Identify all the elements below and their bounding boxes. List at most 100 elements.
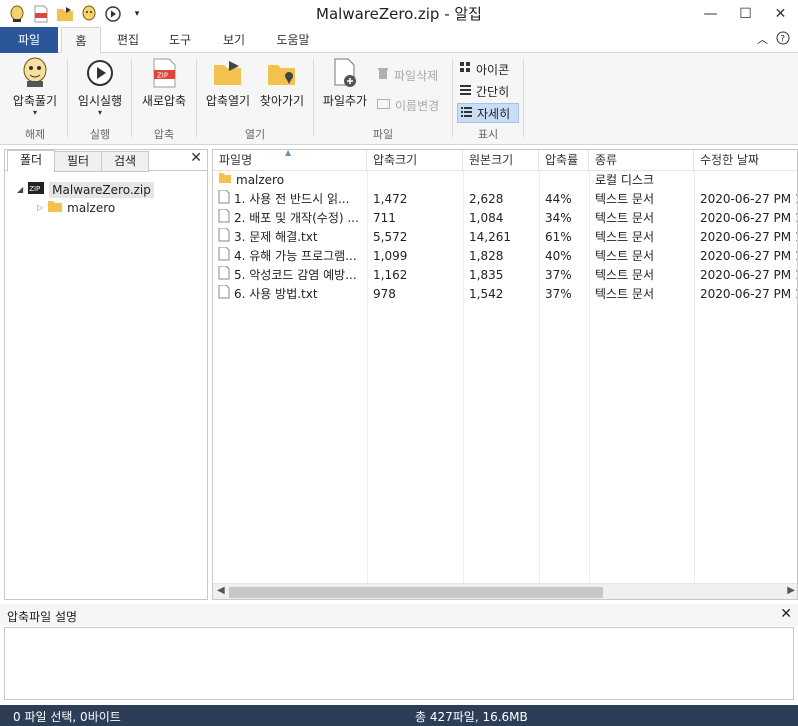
status-bar: 0 파일 선택, 0바이트 총 427파일, 16.6MB [0, 705, 798, 726]
view-detail-button[interactable]: 자세히 [457, 103, 519, 123]
detail-list-icon [461, 106, 472, 120]
tab-search[interactable]: 검색 [101, 151, 149, 172]
tab-edit[interactable]: 편집 [108, 27, 148, 53]
tab-tools[interactable]: 도구 [160, 27, 200, 53]
chevron-down-icon: ▾ [97, 108, 102, 117]
group-label-file: 파일 [372, 128, 394, 141]
table-row[interactable]: 4. 유해 가능 프로그램... 1,099 1,828 40% 텍스트 문서 … [213, 247, 797, 266]
text-file-icon [218, 285, 230, 304]
column-header-type[interactable]: 종류 [589, 150, 694, 171]
close-panel-icon[interactable]: ✕ [190, 150, 202, 166]
table-row[interactable]: 3. 문제 해결.txt 5,572 14,261 61% 텍스트 문서 202… [213, 228, 797, 247]
collapse-icon[interactable]: ◢ [17, 185, 23, 194]
scrollbar-thumb[interactable] [229, 587, 603, 598]
window-title: MalwareZero.zip - 알집 [316, 5, 482, 23]
tree-item-archive[interactable]: ◢ ZIP MalwareZero.zip [17, 180, 154, 199]
text-file-icon [218, 266, 230, 285]
scroll-right-icon[interactable]: ▶ [787, 585, 795, 596]
table-row[interactable]: malzero 로컬 디스크 [213, 171, 797, 190]
chevron-down-icon: ▾ [32, 108, 37, 117]
expand-icon[interactable]: ▷ [37, 203, 43, 212]
maximize-button[interactable]: ☐ [728, 0, 763, 27]
group-label-open: 열기 [244, 128, 266, 141]
view-icons-button[interactable]: 아이콘 [460, 59, 509, 79]
folder-location-icon [266, 57, 298, 89]
browse-location-button[interactable]: 찾아가기 [255, 57, 309, 109]
column-header-packed[interactable]: 압축크기 [367, 150, 463, 171]
ribbon-tabs: 파일 홈 편집 도구 보기 도움말 ︿ ? [0, 27, 798, 54]
panel-tabs: 폴더 필터 검색 ✕ [5, 150, 207, 172]
extract-button[interactable]: 압축풀기 ▾ [6, 57, 64, 117]
rename-icon [377, 98, 390, 112]
total-status: 총 427파일, 16.6MB [415, 710, 528, 724]
column-header-date[interactable]: 수정한 날짜 [694, 150, 797, 171]
play-icon [84, 57, 116, 89]
alzip-extract-icon [19, 57, 51, 89]
column-header-ratio[interactable]: 압축률 [539, 150, 589, 171]
text-file-icon [218, 190, 230, 209]
table-row[interactable]: 6. 사용 방법.txt 978 1,542 37% 텍스트 문서 2020-0… [213, 285, 797, 304]
ribbon-separator [523, 59, 524, 137]
file-list-header: ▲ 파일명 압축크기 원본크기 압축률 종류 수정한 날짜 [213, 150, 797, 171]
svg-text:?: ? [780, 35, 785, 45]
tab-view[interactable]: 보기 [214, 27, 254, 53]
folder-icon [47, 199, 63, 216]
add-file-button[interactable]: 파일추가 [318, 57, 372, 109]
group-label-run: 실행 [89, 128, 111, 141]
tab-folder[interactable]: 폴더 [7, 150, 55, 172]
minimize-button[interactable]: — [693, 0, 728, 27]
selection-status: 0 파일 선택, 0바이트 [13, 710, 121, 724]
temp-run-button[interactable]: 임시실행 ▾ [72, 57, 128, 117]
folder-icon [218, 171, 232, 190]
close-button[interactable]: ✕ [763, 0, 798, 27]
group-label-compress: 압축 [153, 128, 175, 141]
open-archive-button[interactable]: 압축열기 [201, 57, 255, 109]
tree-item-folder[interactable]: ▷ malzero [37, 199, 115, 216]
ribbon-separator [131, 59, 132, 137]
description-header: 압축파일 설명 ✕ [0, 604, 798, 626]
folder-open-icon [212, 57, 244, 89]
sort-ascending-icon: ▲ [285, 149, 292, 157]
ribbon-controls: ︿ ? [757, 31, 790, 48]
tab-help[interactable]: 도움말 [270, 27, 316, 53]
table-row[interactable]: 5. 악성코드 감염 예방... 1,162 1,835 37% 텍스트 문서 … [213, 266, 797, 285]
ribbon-separator [196, 59, 197, 137]
column-header-original[interactable]: 원본크기 [463, 150, 539, 171]
ribbon-separator [67, 59, 68, 137]
zip-icon: ZIP [148, 57, 180, 89]
grid-icon [460, 62, 471, 76]
tab-filter[interactable]: 필터 [54, 151, 102, 172]
group-label-extract: 해제 [24, 128, 46, 141]
scroll-left-icon[interactable]: ◀ [217, 585, 225, 596]
description-title: 압축파일 설명 [7, 610, 78, 624]
help-icon[interactable]: ? [776, 31, 790, 48]
description-textarea[interactable] [4, 627, 794, 700]
horizontal-scrollbar[interactable]: ◀ ▶ [213, 583, 797, 599]
zip-archive-icon: ZIP [27, 180, 45, 199]
table-row[interactable]: 1. 사용 전 반드시 읽... 1,472 2,628 44% 텍스트 문서 … [213, 190, 797, 209]
svg-text:ZIP: ZIP [157, 72, 168, 80]
title-bar: ▾ MalwareZero.zip - 알집 — ☐ ✕ [0, 0, 798, 27]
list-icon [460, 84, 471, 98]
ribbon-separator [313, 59, 314, 137]
rename-button[interactable]: 이름변경 [377, 95, 439, 115]
tab-home[interactable]: 홈 [61, 27, 101, 54]
table-row[interactable]: 2. 배포 및 개작(수정) ... 711 1,084 34% 텍스트 문서 … [213, 209, 797, 228]
tab-file[interactable]: 파일 [0, 27, 58, 53]
text-file-icon [218, 228, 230, 247]
ribbon-separator [452, 59, 453, 137]
folder-panel: 폴더 필터 검색 ✕ ◢ ZIP MalwareZero.zip ▷ malze… [4, 149, 208, 600]
new-archive-button[interactable]: ZIP 새로압축 [136, 57, 192, 109]
column-header-name[interactable]: ▲ 파일명 [213, 150, 367, 171]
collapse-ribbon-icon[interactable]: ︿ [757, 31, 768, 48]
window-controls: — ☐ ✕ [693, 0, 798, 27]
delete-file-button[interactable]: 파일삭제 [377, 65, 438, 85]
file-list: ▲ 파일명 압축크기 원본크기 압축률 종류 수정한 날짜 malzero 로컬… [212, 149, 798, 600]
ribbon: 압축풀기 ▾ 해제 임시실행 ▾ 실행 ZIP 새로압축 압축 압축열기 찾아가… [0, 53, 798, 145]
svg-text:ZIP: ZIP [29, 185, 40, 193]
text-file-icon [218, 209, 230, 228]
view-simple-button[interactable]: 간단히 [460, 81, 509, 101]
trash-icon [377, 67, 389, 83]
add-file-icon [329, 57, 361, 89]
close-description-icon[interactable]: ✕ [780, 606, 792, 622]
